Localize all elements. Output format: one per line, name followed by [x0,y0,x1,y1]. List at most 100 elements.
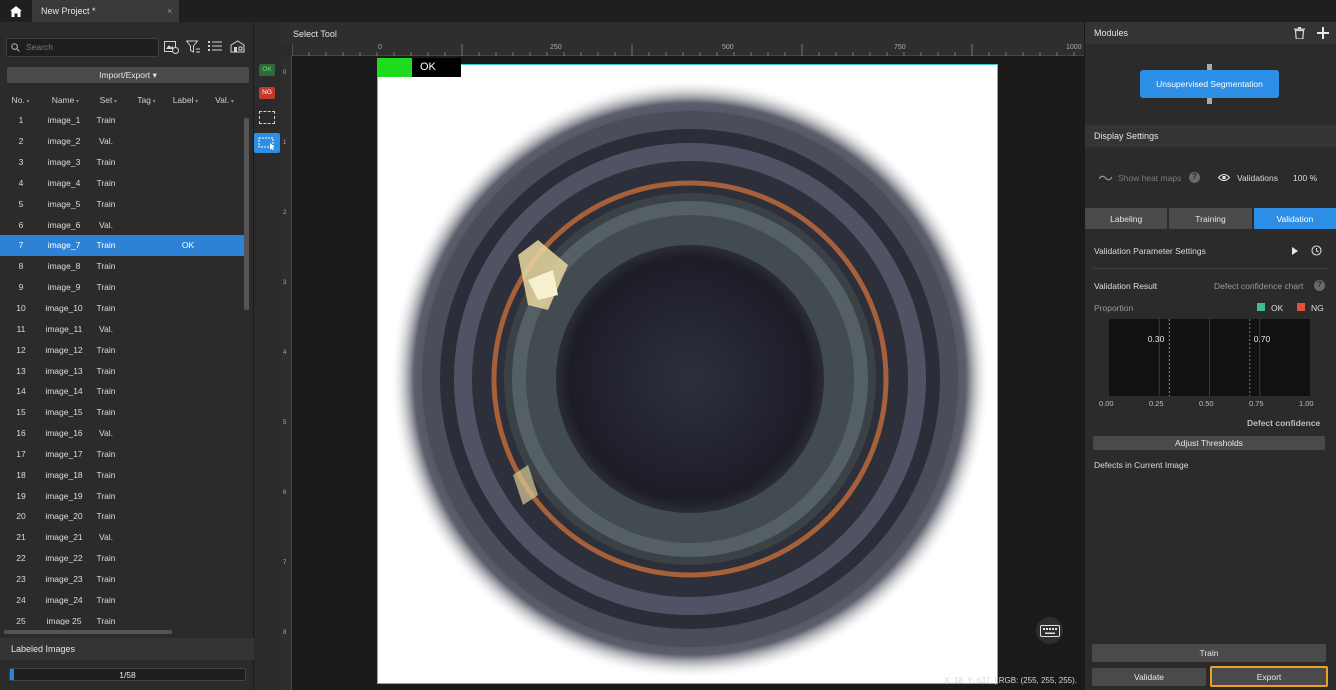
cell-no: 14 [16,386,26,397]
table-row[interactable]: 8 image_8 Train [0,256,244,277]
cell-no: 5 [18,198,24,209]
cell-name: image_17 [45,448,83,459]
ruler-label: 4 [283,350,287,356]
show-heat-maps-toggle[interactable]: Show heat maps [1118,173,1181,183]
table-row[interactable]: 3 image_3 Train [0,152,244,173]
table-row[interactable]: 10 image_10 Train [0,298,244,319]
tab-training[interactable]: Training [1169,208,1252,229]
export-button[interactable]: Export [1210,666,1328,687]
table-row[interactable]: 1 image_1 Train [0,110,244,131]
column-header-name[interactable]: Name ▾ [41,94,90,105]
cell-no: 19 [16,490,26,501]
cell-no: 13 [16,365,26,376]
validate-button[interactable]: Validate [1092,668,1206,686]
close-icon[interactable]: × [167,6,172,16]
cell-set: Train [96,615,116,625]
defect-confidence-chart: 0.30 0.70 [1109,319,1310,396]
table-row[interactable]: 22 image_22 Train [0,548,244,569]
cell-name: image_9 [47,282,81,293]
table-header: No. ▾ Name ▾ Set ▾ Tag ▾ Label ▾ Val. ▾ [0,90,244,108]
cell-set: Val. [98,136,114,147]
cell-name: image_22 [45,553,83,564]
table-row[interactable]: 5 image_5 Train [0,193,244,214]
trash-icon[interactable] [1294,27,1305,41]
table-row[interactable]: 19 image_19 Train [0,485,244,506]
table-row[interactable]: 12 image_12 Train [0,339,244,360]
labeled-images-header: Labeled Images [0,638,254,660]
validation-parameter-settings[interactable]: Validation Parameter Settings [1094,246,1206,256]
help-icon[interactable]: ? [1314,280,1325,291]
table-row[interactable]: 6 image_6 Val. [0,214,244,235]
table-row[interactable]: 24 image_24 Train [0,589,244,610]
cell-no: 8 [18,261,24,272]
coordinate-readout: X: 18, Y: 637, | RGB: (255, 255, 255). [944,676,1077,685]
column-header-set[interactable]: Set ▾ [90,94,127,105]
table-row[interactable]: 16 image_16 Val. [0,423,244,444]
ng-tag-button[interactable]: NG [259,87,275,99]
display-settings-header: Display Settings [1085,125,1336,147]
tab-validation[interactable]: Validation [1253,208,1336,229]
table-row[interactable]: 20 image_20 Train [0,506,244,527]
validations-value[interactable]: 100 % [1293,173,1317,183]
column-header-no[interactable]: No. ▾ [0,94,41,105]
image-label-tag: OK [412,58,461,77]
table-row[interactable]: 21 image_21 Val. [0,527,244,548]
threshold-label: 0.30 [1148,334,1165,344]
module-node[interactable]: Unsupervised Segmentation [1140,70,1279,98]
image-settings-icon[interactable] [164,40,180,56]
table-row[interactable]: 14 image_14 Train [0,381,244,402]
table-row[interactable]: 9 image_9 Train [0,277,244,298]
table-row[interactable]: 18 image_18 Train [0,464,244,485]
play-icon[interactable] [1292,247,1298,257]
cell-set: Val. [98,323,114,334]
ruler-label: 8 [283,630,287,636]
tab-labeling[interactable]: Labeling [1085,208,1168,229]
legend-ng-label: NG [1311,303,1324,313]
column-header-label[interactable]: Label ▾ [166,94,205,105]
cell-set: Train [96,261,116,272]
image-table: 1 image_1 Train 2 image_2 Val. 3 image_3 Train 4 i… [0,110,244,625]
import-export-button[interactable]: Import/Export ▾ [7,67,249,83]
chart-x-axis: 0.00 0.25 0.50 0.75 1.00 [1099,399,1324,411]
caret-down-icon: ▾ [152,70,157,80]
table-row[interactable]: 2 image_2 Val. [0,131,244,152]
vertical-ruler: 0 1 2 3 4 5 6 7 8 [281,56,292,690]
table-row[interactable]: 4 image_4 Train [0,173,244,194]
column-header-val[interactable]: Val. ▾ [205,94,244,105]
cell-set: Train [96,365,116,376]
keyboard-icon [1039,624,1060,637]
table-row[interactable]: 17 image_17 Train [0,444,244,465]
train-button[interactable]: Train [1092,644,1326,662]
history-icon[interactable] [1311,245,1322,258]
legend-ok-label: OK [1271,303,1284,313]
table-row[interactable]: 23 image_23 Train [0,569,244,590]
home-button[interactable] [0,0,32,22]
table-row[interactable]: 15 image_15 Train [0,402,244,423]
vertical-scrollbar[interactable] [244,118,249,310]
list-view-icon[interactable] [208,40,224,56]
project-tab[interactable]: New Project * [32,0,179,22]
select-tool-button[interactable] [254,133,280,153]
adjust-thresholds-button[interactable]: Adjust Thresholds [1093,436,1325,450]
cell-no: 22 [16,553,26,564]
ruler-label: 0 [283,70,287,76]
table-row[interactable]: 25 image 25 Train [0,610,244,625]
keyboard-shortcuts-button[interactable] [1036,617,1063,644]
ok-tag-button[interactable]: OK [259,64,275,76]
eye-icon[interactable] [1217,173,1231,184]
ruler-label: 7 [283,560,287,566]
inspected-image[interactable] [377,64,998,684]
horizontal-scrollbar[interactable] [4,630,172,634]
table-row[interactable]: 11 image_11 Val. [0,318,244,339]
rectangle-select-icon[interactable] [259,111,275,124]
table-row[interactable]: 7 image_7 Train OK [0,235,244,256]
cell-name: image_16 [45,428,83,439]
table-row[interactable]: 13 image_13 Train [0,360,244,381]
add-module-icon[interactable] [1317,27,1329,41]
column-header-tag[interactable]: Tag ▾ [127,94,166,105]
filter-icon[interactable] [185,40,202,56]
dataset-icon[interactable] [230,40,246,56]
chart-x-axis-label: Defect confidence [1247,418,1321,428]
help-icon[interactable]: ? [1189,172,1200,183]
search-input[interactable]: Search [6,38,159,57]
